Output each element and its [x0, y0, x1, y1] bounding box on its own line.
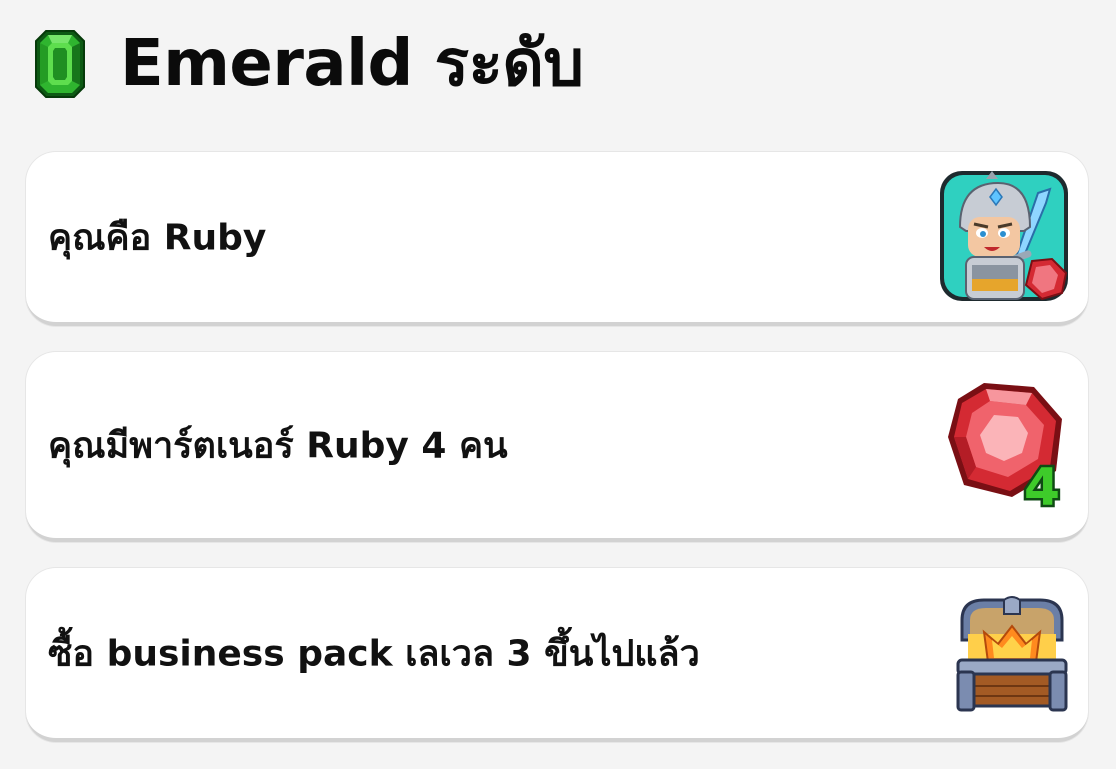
requirement-label: ซื้อ business pack เลเวล 3 ขึ้นไปแล้ว [48, 633, 700, 675]
requirement-card-business-pack: ซื้อ business pack เลเวล 3 ขึ้นไปแล้ว [26, 568, 1088, 742]
page-title: Emerald ระดับ [120, 27, 584, 101]
ruby-knight-avatar-icon [940, 171, 1068, 301]
emerald-gem-icon [35, 30, 85, 98]
emerald-level-page: Emerald ระดับ คุณคือ Ruby คุณมีพาร์ตเนอร… [0, 0, 1116, 769]
requirement-label: คุณมีพาร์ตเนอร์ Ruby 4 คน [48, 425, 508, 467]
requirement-card-ruby-rank: คุณคือ Ruby [26, 152, 1088, 326]
requirement-label: คุณคือ Ruby [48, 217, 267, 259]
requirement-card-ruby-partners: คุณมีพาร์ตเนอร์ Ruby 4 คน 4 [26, 352, 1088, 542]
partner-count-badge: 4 [1024, 458, 1060, 511]
treasure-chest-icon [956, 596, 1068, 712]
ruby-gem-4-icon: 4 [948, 383, 1063, 511]
level-header: Emerald ระดับ [34, 28, 584, 100]
